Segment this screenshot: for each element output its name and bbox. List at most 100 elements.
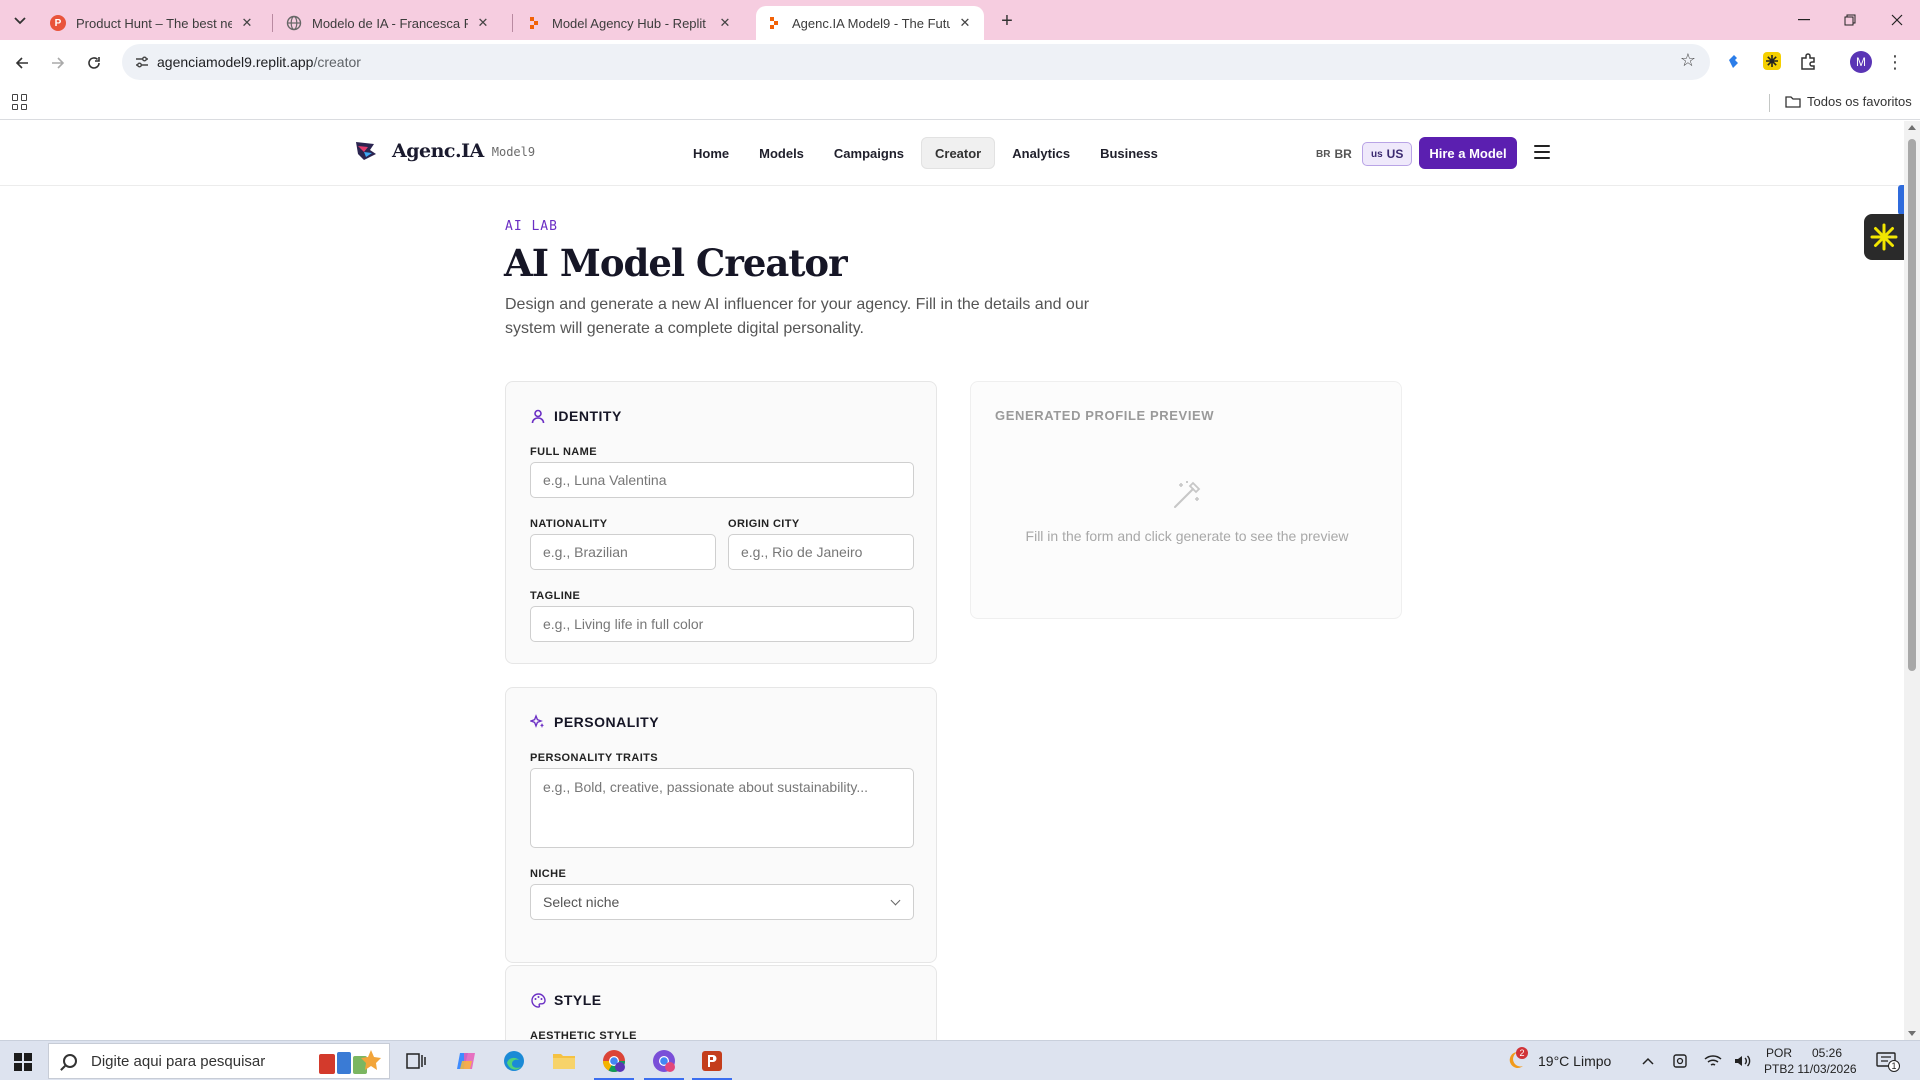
site-header: Agenc.IA Model9 Home Models Campaigns Cr… — [0, 121, 1904, 186]
close-window-icon[interactable] — [1874, 0, 1920, 40]
hire-a-model-button[interactable]: Hire a Model — [1419, 137, 1517, 169]
browser-tab-modelo-ia[interactable]: Modelo de IA - Francesca Ricci ✕ — [276, 6, 502, 40]
nationality-input[interactable]: e.g., Brazilian — [530, 534, 716, 570]
origin-city-input[interactable]: e.g., Rio de Janeiro — [728, 534, 914, 570]
browser-tab-model-agency-hub[interactable]: Model Agency Hub - Replit ✕ — [516, 6, 744, 40]
scrollbar-thumb[interactable] — [1908, 139, 1916, 671]
notification-count: 1 — [1888, 1060, 1900, 1072]
floating-assistant-button[interactable] — [1864, 214, 1904, 260]
nationality-label: NATIONALITY — [530, 518, 608, 530]
scroll-up-icon[interactable] — [1908, 125, 1916, 130]
user-icon — [530, 408, 546, 424]
copilot-icon[interactable] — [452, 1047, 480, 1075]
all-bookmarks-button[interactable]: Todos os favoritos — [1785, 94, 1912, 109]
browser-tab-product-hunt[interactable]: P Product Hunt – The best new p ✕ — [40, 6, 266, 40]
language-br-button[interactable]: BR BR — [1308, 142, 1360, 166]
nav-campaigns[interactable]: Campaigns — [821, 137, 917, 169]
niche-label: NICHE — [530, 868, 567, 880]
page-scrollbar[interactable] — [1904, 121, 1920, 1040]
palette-icon — [530, 992, 546, 1008]
close-tab-icon[interactable]: ✕ — [474, 14, 492, 32]
input-language-indicator[interactable]: POR PTB2 — [1764, 1045, 1794, 1077]
weather-badge: 2 — [1516, 1047, 1528, 1059]
tagline-label: TAGLINE — [530, 590, 581, 602]
tagline-input[interactable]: e.g., Living life in full color — [530, 606, 914, 642]
apps-grid-icon[interactable] — [12, 94, 28, 110]
notifications-icon[interactable]: 1 — [1876, 1041, 1900, 1080]
nav-business[interactable]: Business — [1087, 137, 1171, 169]
back-icon[interactable] — [8, 49, 36, 77]
tab-search-icon[interactable] — [8, 9, 32, 33]
us-label: US — [1386, 147, 1404, 161]
windows-start-icon[interactable] — [14, 1053, 32, 1071]
aesthetic-style-label: AESTHETIC STYLE — [530, 1030, 637, 1040]
search-highlight-illustration-icon — [319, 1050, 381, 1074]
extension-puzzle-blue-icon[interactable] — [1724, 50, 1746, 72]
weather-text: 19°C Limpo — [1538, 1053, 1612, 1069]
personality-card: PERSONALITY PERSONALITY TRAITS e.g., Bol… — [505, 687, 937, 963]
meet-now-icon[interactable] — [1672, 1041, 1688, 1080]
niche-select[interactable]: Select niche — [530, 884, 914, 920]
lang-bottom: PTB2 — [1764, 1062, 1795, 1076]
extension-asterisk-icon[interactable] — [1761, 50, 1783, 72]
site-info-icon[interactable] — [134, 54, 150, 70]
volume-icon[interactable] — [1734, 1041, 1752, 1080]
full-name-input[interactable]: e.g., Luna Valentina — [530, 462, 914, 498]
br-label: BR — [1334, 147, 1352, 161]
tray-overflow-icon[interactable] — [1642, 1041, 1654, 1080]
web-page: Agenc.IA Model9 Home Models Campaigns Cr… — [0, 121, 1904, 1040]
chrome-profile-2-icon[interactable] — [650, 1047, 678, 1075]
logo-text: Agenc.IA — [392, 140, 484, 162]
system-clock[interactable]: 05:26 11/03/2026 — [1797, 1045, 1857, 1077]
tab-title: Model Agency Hub - Replit — [552, 15, 706, 31]
product-hunt-favicon-icon: P — [50, 15, 66, 31]
replit-favicon-icon — [526, 15, 542, 31]
hamburger-menu-icon[interactable] — [1534, 145, 1550, 159]
weather-widget[interactable]: 2 19°C Limpo — [1504, 1041, 1611, 1080]
restore-icon[interactable] — [1827, 0, 1873, 40]
profile-avatar[interactable]: M — [1850, 51, 1872, 73]
browser-tab-agencia-model9[interactable]: Agenc.IA Model9 - The Future c ✕ — [756, 6, 984, 40]
personality-traits-textarea[interactable]: e.g., Bold, creative, passionate about s… — [530, 768, 914, 848]
close-tab-icon[interactable]: ✕ — [238, 14, 256, 32]
nav-home[interactable]: Home — [680, 137, 742, 169]
nav-analytics[interactable]: Analytics — [999, 137, 1083, 169]
us-flag-code: us — [1371, 148, 1383, 160]
tab-title: Agenc.IA Model9 - The Future c — [792, 15, 950, 31]
task-view-icon[interactable] — [402, 1047, 430, 1075]
address-bar[interactable]: agenciamodel9.replit.app/creator ☆ — [122, 44, 1710, 80]
scroll-down-icon[interactable] — [1908, 1031, 1916, 1036]
globe-favicon-icon — [286, 15, 302, 31]
nav-creator[interactable]: Creator — [921, 137, 996, 169]
wifi-icon[interactable] — [1704, 1041, 1722, 1080]
preview-title: GENERATED PROFILE PREVIEW — [995, 408, 1215, 423]
close-tab-icon[interactable]: ✕ — [716, 14, 734, 32]
taskbar-search-placeholder: Digite aqui para pesquisar — [91, 1052, 266, 1070]
forward-icon[interactable] — [44, 49, 72, 77]
taskbar-search-box[interactable]: Digite aqui para pesquisar — [48, 1043, 390, 1079]
powerpoint-icon[interactable] — [698, 1047, 726, 1075]
lang-top: POR — [1766, 1046, 1793, 1060]
edge-browser-icon[interactable] — [500, 1047, 528, 1075]
identity-card-title: IDENTITY — [530, 408, 622, 424]
tab-title: Modelo de IA - Francesca Ricci — [312, 15, 468, 31]
style-title-text: STYLE — [554, 992, 602, 1008]
minimize-icon[interactable] — [1781, 0, 1827, 40]
asterisk-icon — [1870, 223, 1898, 251]
nav-models[interactable]: Models — [746, 137, 817, 169]
site-logo[interactable]: Agenc.IA Model9 — [352, 138, 535, 164]
browser-menu-icon[interactable]: ⋮ — [1886, 51, 1904, 73]
file-explorer-icon[interactable] — [550, 1047, 578, 1075]
chrome-browser-icon[interactable] — [600, 1047, 628, 1075]
personality-card-title: PERSONALITY — [530, 714, 659, 730]
reload-icon[interactable] — [80, 49, 108, 77]
language-us-button[interactable]: us US — [1362, 142, 1413, 166]
extensions-puzzle-icon[interactable] — [1797, 50, 1819, 72]
magic-wand-icon — [1174, 481, 1201, 508]
bookmark-star-icon[interactable]: ☆ — [1680, 50, 1696, 71]
style-card: STYLE AESTHETIC STYLE — [505, 965, 937, 1040]
close-tab-icon[interactable]: ✕ — [956, 14, 974, 32]
preview-empty-text: Fill in the form and click generate to s… — [1025, 528, 1349, 544]
personality-title-text: PERSONALITY — [554, 714, 660, 730]
new-tab-button[interactable]: + — [994, 8, 1020, 34]
